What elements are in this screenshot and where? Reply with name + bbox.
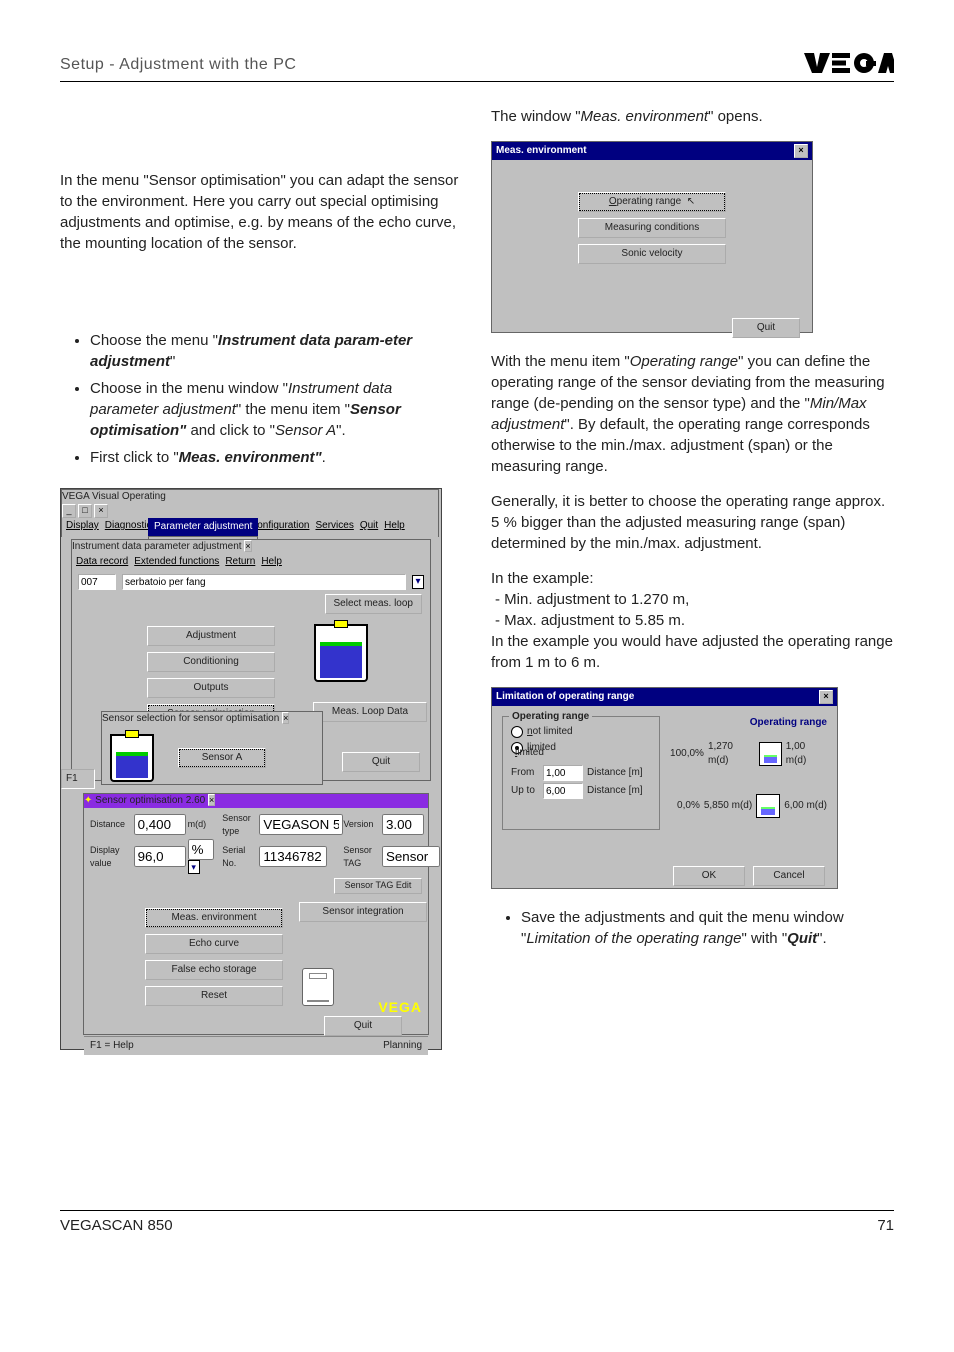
footer-right-label: Planning xyxy=(383,1039,422,1053)
footer-product: VEGASCAN 850 xyxy=(60,1217,173,1234)
vvo-title: VEGA Visual Operating xyxy=(62,491,166,502)
right-column: The window "Meas. environment" opens. Me… xyxy=(491,106,894,1050)
screenshot-limitation-operating-range: Limitation of operating range × Operatin… xyxy=(491,687,838,889)
echo-curve-button[interactable]: Echo curve xyxy=(145,934,283,954)
radio-limited[interactable]: limitedlimited xyxy=(511,741,651,755)
close-icon[interactable]: × xyxy=(94,504,108,518)
help-hint: F1 = Help xyxy=(90,1039,134,1053)
minimize-icon[interactable]: _ xyxy=(62,504,76,518)
page-header: Setup - Adjustment with the PC xyxy=(60,50,894,82)
bullet-1: Choose the menu "Instrument data param-e… xyxy=(90,330,463,372)
right-intro: The window "Meas. environment" opens. xyxy=(491,106,894,127)
measuring-conditions-button[interactable]: Measuring conditions xyxy=(578,218,726,238)
reset-button[interactable]: Reset xyxy=(145,986,283,1006)
example-block: In the example: - Min. adjustment to 1.2… xyxy=(491,568,894,631)
sensor-integration-button[interactable]: Sensor integration xyxy=(299,902,427,922)
ultrasonic-sensor-icon xyxy=(302,968,334,1006)
instruction-list: Choose the menu "Instrument data param-e… xyxy=(60,330,463,468)
quit-button[interactable]: Quit xyxy=(342,752,420,772)
tank-icon xyxy=(759,742,782,766)
section-title: Setup - Adjustment with the PC xyxy=(60,56,296,74)
version-field xyxy=(382,814,424,835)
loop-tag-input[interactable] xyxy=(122,574,406,590)
page-footer: VEGASCAN 850 71 xyxy=(60,1210,894,1234)
idpa-menu[interactable]: Data recordExtended functions ReturnHelp xyxy=(72,554,430,570)
generally-paragraph: Generally, it is better to choose the op… xyxy=(491,491,894,554)
cancel-button[interactable]: Cancel xyxy=(753,866,825,886)
vega-logo-yellow: VEGA xyxy=(378,998,422,1018)
sensor-selection-title: Sensor selection for sensor optimisation xyxy=(102,713,279,724)
radio-not-limited[interactable]: not limited xyxy=(511,725,651,739)
quit-button[interactable]: Quit xyxy=(732,318,800,338)
example-conclusion: In the example you would have adjusted t… xyxy=(491,631,894,673)
f1-key-hint: F1 xyxy=(61,769,95,789)
tank-icon xyxy=(756,794,780,818)
operating-range-heading: Operating range xyxy=(670,716,827,730)
distance-field xyxy=(134,814,186,835)
tank-icon xyxy=(110,734,154,782)
vega-logo xyxy=(804,50,894,79)
from-input[interactable] xyxy=(543,765,583,781)
tank-icon xyxy=(314,624,368,682)
meas-environment-button[interactable]: Meas. environment xyxy=(145,908,283,928)
save-bullet-list: Save the adjustments and quit the menu w… xyxy=(491,907,894,949)
display-value-field xyxy=(134,846,186,867)
meas-loop-data-button[interactable]: Meas. Loop Data xyxy=(313,702,427,722)
page-number: 71 xyxy=(877,1217,894,1234)
dropdown-parameter-adjustment[interactable]: Parameter adjustment xyxy=(148,518,258,536)
screenshot-sensor-optimisation: VEGA Visual Operating _ □ × DisplayDiagn… xyxy=(60,488,442,1050)
outputs-button[interactable]: Outputs xyxy=(147,678,275,698)
operating-range-group: Operating range not limited limitedlimit… xyxy=(502,716,660,830)
lor-title: Limitation of operating range xyxy=(496,690,634,704)
conditioning-button[interactable]: Conditioning xyxy=(147,652,275,672)
left-column: In the menu "Sensor optimisation" you ca… xyxy=(60,106,463,1050)
save-bullet: Save the adjustments and quit the menu w… xyxy=(521,907,894,949)
serial-field xyxy=(259,846,327,867)
sensor-opt-title: Sensor optimisation 2.60 xyxy=(95,795,205,806)
upto-input[interactable] xyxy=(543,783,583,799)
close-icon[interactable]: × xyxy=(244,540,251,552)
close-icon[interactable]: × xyxy=(794,144,808,158)
bullet-3: First click to "Meas. environment". xyxy=(90,447,463,468)
intro-paragraph: In the menu "Sensor optimisation" you ca… xyxy=(60,170,463,254)
false-echo-storage-button[interactable]: False echo storage xyxy=(145,960,283,980)
bullet-2: Choose in the menu window "Instrument da… xyxy=(90,378,463,441)
chevron-down-icon[interactable]: ▾ xyxy=(188,860,200,874)
adjustment-button[interactable]: Adjustment xyxy=(147,626,275,646)
operating-range-button[interactable]: Operating range ↖ xyxy=(578,192,726,212)
sensortype-field xyxy=(259,814,343,835)
maximize-icon[interactable]: □ xyxy=(78,504,92,518)
sonic-velocity-button[interactable]: Sonic velocity xyxy=(578,244,726,264)
chevron-down-icon[interactable]: ▾ xyxy=(412,575,424,589)
quit-button[interactable]: Quit xyxy=(324,1016,402,1036)
loop-id-input[interactable] xyxy=(78,574,116,590)
close-icon[interactable]: × xyxy=(208,794,215,806)
sensor-a-button[interactable]: Sensor A xyxy=(178,748,266,768)
sensor-tag-edit-button[interactable]: Sensor TAG Edit xyxy=(334,878,422,894)
screenshot-meas-environment: Meas. environment × Operating range ↖ Me… xyxy=(491,141,813,333)
sensor-tag-field xyxy=(382,846,440,867)
ok-button[interactable]: OK xyxy=(673,866,745,886)
operating-range-paragraph: With the menu item "Operating range" you… xyxy=(491,351,894,477)
meas-env-title: Meas. environment xyxy=(496,144,587,158)
close-icon[interactable]: × xyxy=(819,690,833,704)
close-icon[interactable]: × xyxy=(282,712,289,724)
select-meas-loop-button[interactable]: Select meas. loop xyxy=(325,594,423,614)
idpa-title: Instrument data parameter adjustment xyxy=(72,541,242,552)
